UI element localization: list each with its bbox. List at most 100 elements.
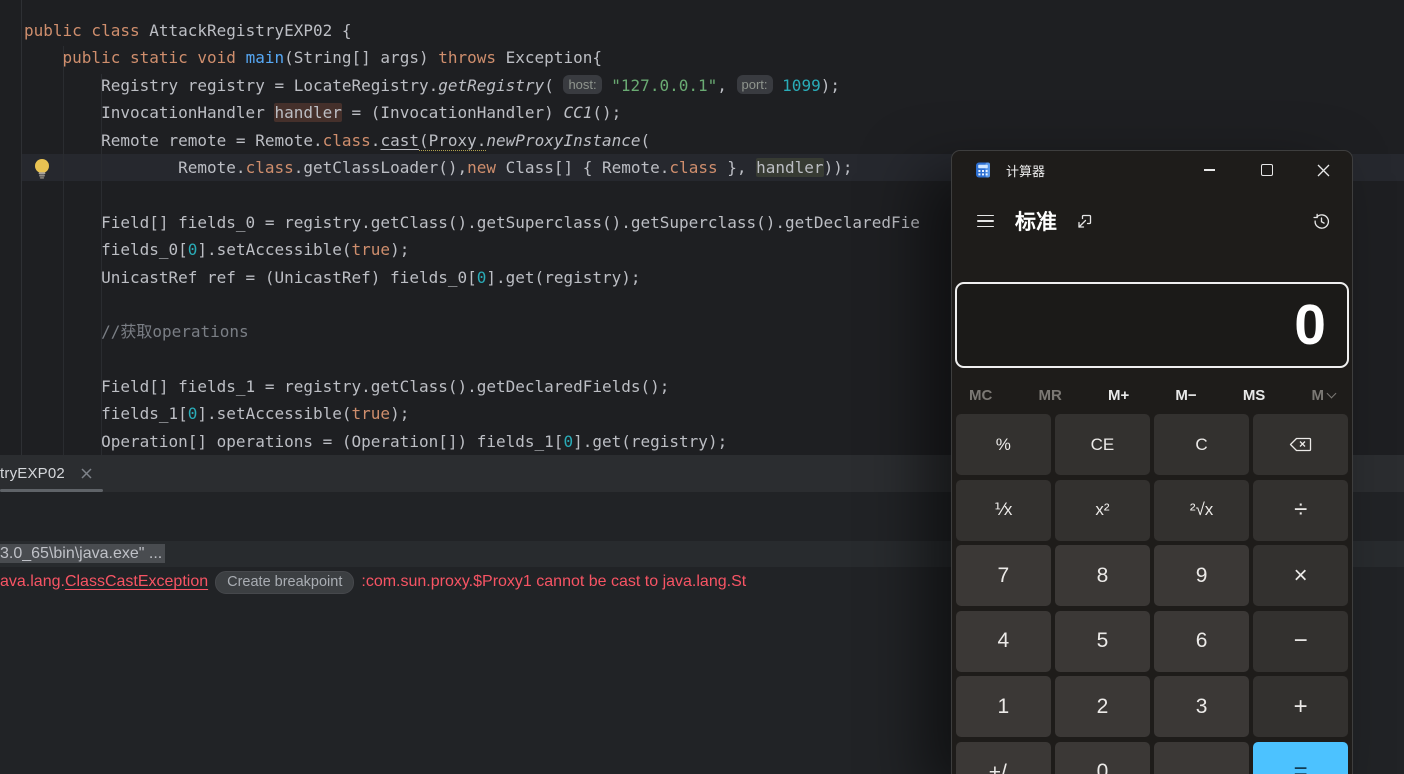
four-button[interactable]: 4 xyxy=(956,611,1051,672)
keep-on-top-button[interactable] xyxy=(1076,212,1094,230)
code-token xyxy=(773,76,783,95)
inlay-hint: host: xyxy=(563,75,601,94)
code-token: 0 xyxy=(188,404,198,423)
code-token: AttackRegistryEXP02 { xyxy=(149,21,351,40)
divide-button[interactable]: ÷ xyxy=(1253,480,1348,541)
calculator-app-icon xyxy=(975,162,991,178)
percent-button[interactable]: % xyxy=(956,414,1051,475)
two-button[interactable]: 2 xyxy=(1055,676,1150,737)
console-command-line: 3.0_65\bin\java.exe" ... xyxy=(0,543,165,565)
three-button[interactable]: 3 xyxy=(1154,676,1249,737)
code-token xyxy=(602,76,612,95)
tab-close-icon[interactable] xyxy=(81,468,92,479)
reciprocal-button[interactable]: ⅟x xyxy=(956,480,1051,541)
code-area: public class AttackRegistryEXP02 { publi… xyxy=(24,17,920,455)
inlay-hint: port: xyxy=(737,75,773,94)
code-token: handler xyxy=(274,103,341,122)
code-line: fields_1[0].setAccessible(true); xyxy=(24,400,920,427)
code-token: 0 xyxy=(563,432,573,451)
memory-subtract-button[interactable]: M− xyxy=(1175,387,1196,404)
memory-store-button[interactable]: MS xyxy=(1243,387,1266,404)
code-line: Remote remote = Remote.class.cast(Proxy.… xyxy=(24,127,920,154)
gutter-separator xyxy=(21,0,22,455)
code-line: UnicastRef ref = (UnicastRef) fields_0[0… xyxy=(24,264,920,291)
code-line: Field[] fields_0 = registry.getClass().g… xyxy=(24,209,920,236)
equals-button[interactable]: = xyxy=(1253,742,1348,774)
code-token: ].setAccessible( xyxy=(197,240,351,259)
code-token: (String[] args) xyxy=(284,48,438,67)
code-token: main xyxy=(246,48,285,67)
code-token: Class[] { Remote. xyxy=(496,158,669,177)
multiply-button[interactable]: × xyxy=(1253,545,1348,606)
code-token: ); xyxy=(390,240,409,259)
console-command-text: 3.0_65\bin\java.exe" ... xyxy=(0,544,165,563)
decimal-button[interactable]: . xyxy=(1154,742,1249,774)
clear-entry-button[interactable]: CE xyxy=(1055,414,1150,475)
code-token: (Proxy. xyxy=(419,131,486,151)
code-line: InvocationHandler handler = (InvocationH… xyxy=(24,99,920,126)
code-token: fields_1[ xyxy=(24,404,188,423)
code-token: 1099 xyxy=(782,76,821,95)
code-token: CC1 xyxy=(563,103,592,122)
run-tab-label: tryEXP02 xyxy=(0,465,65,482)
code-token: getRegistry xyxy=(438,76,544,95)
five-button[interactable]: 5 xyxy=(1055,611,1150,672)
zero-button[interactable]: 0 xyxy=(1055,742,1150,774)
one-button[interactable]: 1 xyxy=(956,676,1051,737)
code-token: ); xyxy=(821,76,840,95)
code-token: }, xyxy=(718,158,757,177)
square-root-button[interactable]: ²√x xyxy=(1154,480,1249,541)
code-token: .getClassLoader(), xyxy=(294,158,467,177)
code-token: cast xyxy=(380,131,419,150)
memory-add-button[interactable]: M+ xyxy=(1108,387,1129,404)
square-button[interactable]: x² xyxy=(1055,480,1150,541)
minus-button[interactable]: − xyxy=(1253,611,1348,672)
exception-class-link[interactable]: ClassCastException xyxy=(65,573,208,591)
memory-flyout-button[interactable]: M xyxy=(1311,387,1335,404)
code-line: public class AttackRegistryEXP02 { xyxy=(24,17,920,44)
memory-clear-button[interactable]: MC xyxy=(969,387,992,404)
run-tab[interactable]: tryEXP02 xyxy=(0,455,92,492)
code-token: true xyxy=(352,404,391,423)
seven-button[interactable]: 7 xyxy=(956,545,1051,606)
memory-row: MC MR M+ M− MS M xyxy=(952,379,1352,411)
code-token: class xyxy=(323,131,371,150)
code-token: Field[] fields_0 = registry.getClass().g… xyxy=(24,213,920,232)
close-icon xyxy=(1317,164,1330,177)
nine-button[interactable]: 9 xyxy=(1154,545,1249,606)
calculator-keypad: %CEC ⅟xx²²√x÷ 789× 456− 123+ +/₋0.= xyxy=(956,414,1348,774)
history-icon xyxy=(1312,212,1331,231)
history-button[interactable] xyxy=(1312,212,1331,231)
calculator-titlebar[interactable]: 计算器 xyxy=(952,151,1352,189)
code-line: Remote.class.getClassLoader(),new Class[… xyxy=(24,154,920,181)
memory-recall-button[interactable]: MR xyxy=(1038,387,1061,404)
display-value: 0 xyxy=(1294,284,1326,366)
minimize-button[interactable] xyxy=(1181,151,1238,189)
maximize-button[interactable] xyxy=(1238,151,1295,189)
negate-button[interactable]: +/₋ xyxy=(956,742,1051,774)
backspace-button[interactable] xyxy=(1253,414,1348,475)
code-token: public class xyxy=(24,21,149,40)
code-token: newProxyInstance xyxy=(486,131,640,150)
code-line: fields_0[0].setAccessible(true); xyxy=(24,236,920,263)
code-token: "127.0.0.1" xyxy=(611,76,717,95)
menu-button[interactable] xyxy=(977,215,994,228)
code-line: Field[] fields_1 = registry.getClass().g… xyxy=(24,373,920,400)
close-button[interactable] xyxy=(1295,151,1352,189)
code-line: public static void main(String[] args) t… xyxy=(24,44,920,71)
code-token: class xyxy=(669,158,717,177)
plus-button[interactable]: + xyxy=(1253,676,1348,737)
create-breakpoint-pill[interactable]: Create breakpoint xyxy=(215,571,354,594)
console-exception-line: ava.lang.ClassCastExceptionCreate breakp… xyxy=(0,569,746,595)
code-token: 0 xyxy=(477,268,487,287)
code-token: InvocationHandler xyxy=(24,103,274,122)
code-token: public static void xyxy=(63,48,246,67)
code-line: //获取operations xyxy=(24,318,920,345)
calculator-display[interactable]: 0 xyxy=(955,282,1349,368)
code-token: ].setAccessible( xyxy=(197,404,351,423)
code-token: Remote remote = Remote. xyxy=(24,131,323,150)
clear-button[interactable]: C xyxy=(1154,414,1249,475)
six-button[interactable]: 6 xyxy=(1154,611,1249,672)
eight-button[interactable]: 8 xyxy=(1055,545,1150,606)
code-token: ( xyxy=(641,131,651,150)
